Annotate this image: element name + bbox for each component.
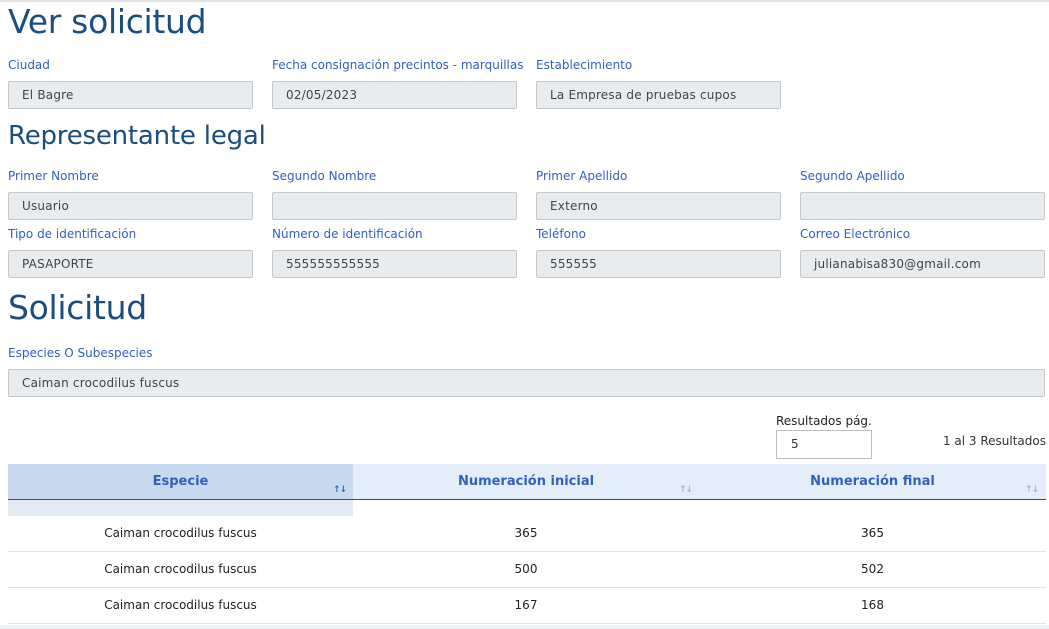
cell-numeracion-inicial: 167 [514,598,538,612]
cell-especie: Caiman crocodilus fuscus [104,598,257,612]
page-title: Ver solicitud [8,2,207,41]
ciudad-label: Ciudad [8,58,50,72]
cell-numeracion-inicial: 500 [514,562,538,576]
correo-electronico-field[interactable]: julianabisa830@gmail.com [800,250,1045,278]
sort-icon[interactable]: ↑↓ [1025,473,1039,508]
especies-label: Especies O Subespecies [8,346,153,360]
especies-field[interactable]: Caiman crocodilus fuscus [8,369,1045,397]
header-numeracion-final-label: Numeración final [810,474,935,489]
table-row[interactable]: Caiman crocodilus fuscus 365 365 [8,516,1046,552]
table-row[interactable]: Caiman crocodilus fuscus 500 502 [8,552,1046,588]
tipo-identificacion-label: Tipo de identificación [8,227,137,241]
cell-numeracion-final: 168 [861,598,884,612]
establecimiento-field[interactable]: La Empresa de pruebas cupos [536,81,781,109]
fecha-consignacion-field[interactable]: 02/05/2023 [272,81,517,109]
table-row[interactable]: Caiman crocodilus fuscus 167 168 [8,588,1046,624]
segundo-nombre-field[interactable] [272,192,517,220]
cell-numeracion-final: 502 [861,562,884,576]
results-per-page-label: Resultados pág. [776,414,872,428]
numero-identificacion-label: Número de identificación [272,227,423,241]
sort-icon[interactable]: ↑↓ [679,473,693,508]
establecimiento-label: Establecimiento [536,58,633,72]
cell-especie: Caiman crocodilus fuscus [104,526,257,540]
cell-especie: Caiman crocodilus fuscus [104,562,257,576]
segundo-apellido-label: Segundo Apellido [800,169,905,183]
primer-apellido-field[interactable]: Externo [536,192,781,220]
table-filter-row [8,500,353,516]
numero-identificacion-field[interactable]: 555555555555 [272,250,517,278]
segundo-nombre-label: Segundo Nombre [272,169,377,183]
table-header: Especie ↑↓ Numeración inicial ↑↓ Numerac… [8,464,1046,500]
header-numeracion-inicial[interactable]: Numeración inicial ↑↓ [353,464,699,499]
cell-numeracion-final: 365 [861,526,884,540]
representante-title: Representante legal [8,121,266,151]
header-numeracion-inicial-label: Numeración inicial [457,474,595,489]
header-especie[interactable]: Especie ↑↓ [8,464,353,499]
ciudad-field[interactable]: El Bagre [8,81,253,109]
header-numeracion-final[interactable]: Numeración final ↑↓ [699,464,1046,499]
fecha-consignacion-label: Fecha consignación precintos - marquilla… [272,58,524,72]
telefono-label: Teléfono [536,227,586,241]
results-per-page-input[interactable]: 5 [776,430,872,459]
correo-electronico-label: Correo Electrónico [800,227,911,241]
header-especie-label: Especie [152,474,209,489]
primer-nombre-field[interactable]: Usuario [8,192,253,220]
bottom-scroll-edge [0,625,1049,629]
primer-apellido-label: Primer Apellido [536,169,628,183]
tipo-identificacion-field[interactable]: PASAPORTE [8,250,253,278]
telefono-field[interactable]: 555555 [536,250,781,278]
solicitud-title: Solicitud [8,288,147,327]
primer-nombre-label: Primer Nombre [8,169,99,183]
segundo-apellido-field[interactable] [800,192,1045,220]
results-count: 1 al 3 Resultados [942,434,1046,448]
cell-numeracion-inicial: 365 [514,526,538,540]
